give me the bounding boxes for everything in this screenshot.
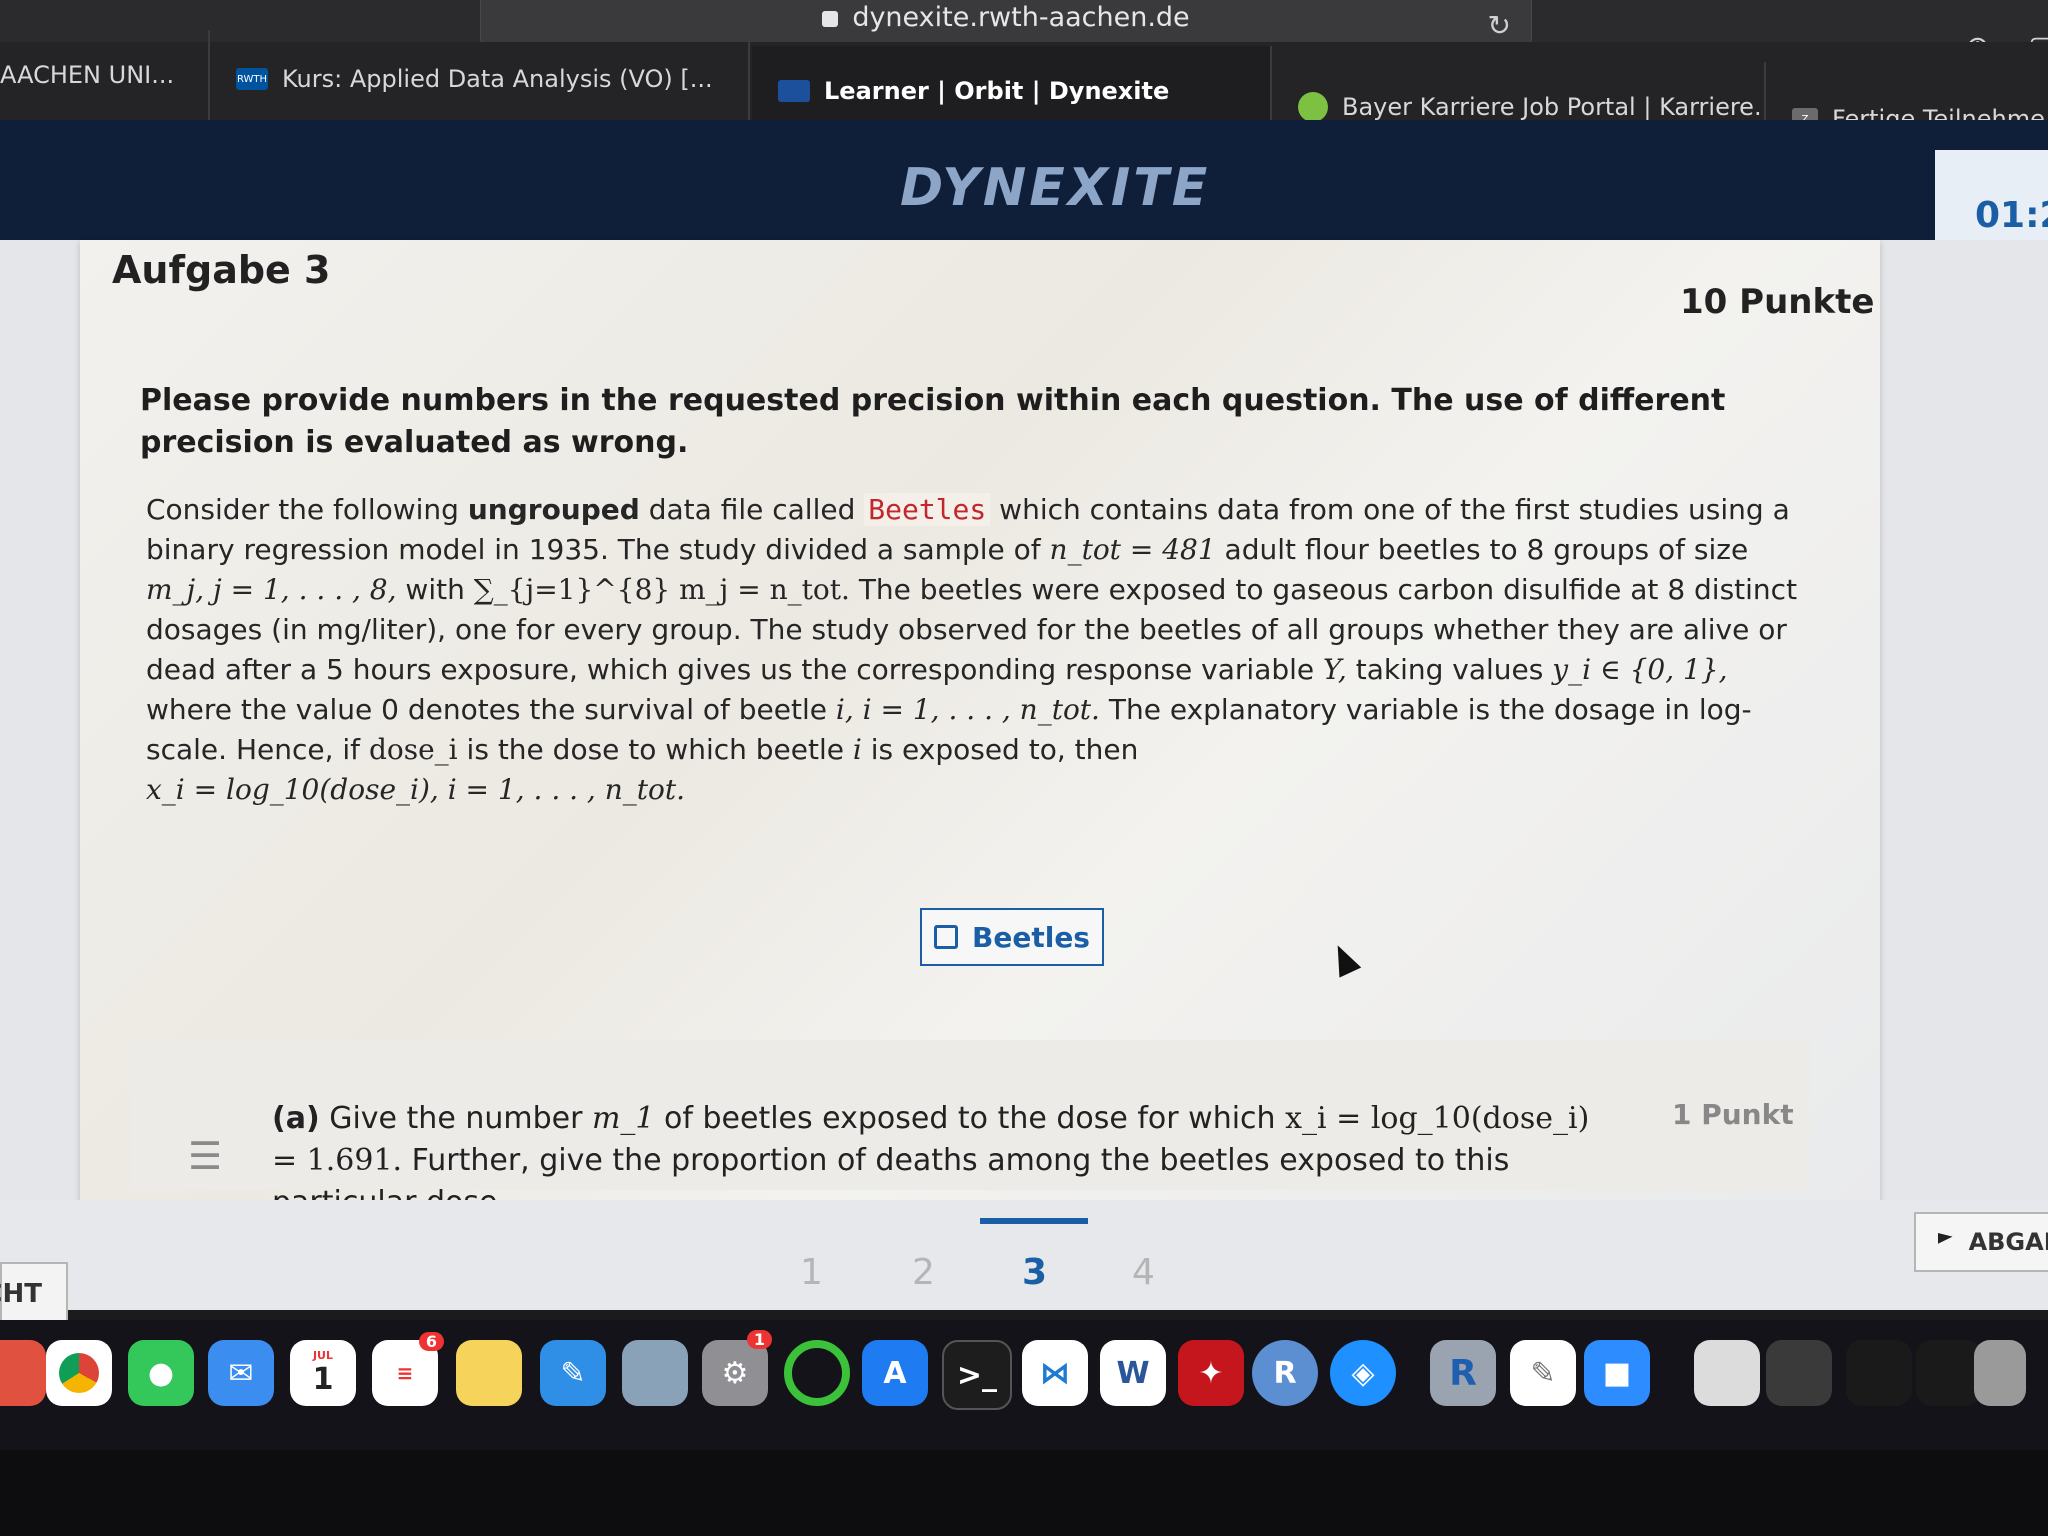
reminders-icon[interactable]: 6 ≡ bbox=[372, 1332, 444, 1406]
dataset-name: Beetles bbox=[864, 493, 991, 526]
submit-label: ABGAB bbox=[1968, 1228, 2048, 1256]
dynexite-favicon bbox=[778, 80, 810, 102]
terminal-icon[interactable]: >_ bbox=[942, 1340, 1012, 1410]
calendar-icon[interactable]: JUL 1 bbox=[290, 1340, 356, 1406]
text-segment: with bbox=[405, 573, 465, 606]
calendar-day: 1 bbox=[312, 1362, 334, 1397]
reminders-badge: 6 bbox=[418, 1332, 444, 1351]
text-segment: data file called bbox=[648, 493, 856, 526]
mail-icon[interactable]: ✉ bbox=[208, 1340, 274, 1406]
math-xi: x_i = log_10(dose_i), i = 1, . . . , n_t… bbox=[146, 773, 686, 806]
notes-icon[interactable] bbox=[456, 1340, 522, 1406]
lock-icon bbox=[822, 10, 839, 27]
downloads-stack-icon[interactable] bbox=[1916, 1340, 1982, 1406]
rwth-favicon: RWTH bbox=[236, 68, 268, 90]
tab-label: AACHEN UNI... bbox=[0, 61, 175, 89]
text-segment: is the dose to which beetle bbox=[466, 733, 844, 766]
tab-kurs[interactable]: RWTH Kurs: Applied Data Analysis (VO) [.… bbox=[210, 34, 750, 124]
tab-label: Kurs: Applied Data Analysis (VO) [... bbox=[282, 65, 713, 93]
launchpad-icon[interactable] bbox=[0, 1340, 46, 1406]
chrome-icon[interactable] bbox=[46, 1340, 112, 1406]
document-icon[interactable] bbox=[1694, 1340, 1760, 1406]
acrobat-icon[interactable]: ✦ bbox=[1178, 1340, 1244, 1406]
active-page-indicator bbox=[980, 1218, 1088, 1224]
math-mj: m_j, j = 1, . . . , 8, bbox=[146, 573, 397, 606]
page-2[interactable]: 2 bbox=[912, 1252, 935, 1293]
text-emphasis: ungrouped bbox=[467, 493, 640, 526]
rstudio-icon[interactable]: R bbox=[1430, 1340, 1496, 1406]
prev-button[interactable]: CHT bbox=[0, 1262, 68, 1326]
subtask-points: 1 Punkt bbox=[1672, 1098, 1794, 1131]
text-segment: is exposed to, then bbox=[870, 733, 1139, 766]
math-dose: dose_i bbox=[368, 733, 458, 766]
text-segment: taking values bbox=[1355, 653, 1544, 686]
url-text: dynexite.rwth-aachen.de bbox=[852, 2, 1190, 33]
math-irange: i, i = 1, . . . , n_tot. bbox=[835, 693, 1100, 726]
preview-icon[interactable] bbox=[622, 1340, 688, 1406]
text-segment: Give the number bbox=[329, 1101, 583, 1136]
text-segment: of beetles exposed to the dose for which bbox=[664, 1101, 1276, 1136]
text-segment: where the value 0 denotes the survival o… bbox=[146, 693, 827, 726]
textedit-icon[interactable]: ✎ bbox=[1510, 1340, 1576, 1406]
tab-aachen[interactable]: AACHEN UNI... bbox=[0, 30, 210, 120]
r-icon[interactable]: R bbox=[1252, 1340, 1318, 1406]
trash-icon[interactable] bbox=[1974, 1340, 2026, 1406]
page-4[interactable]: 4 bbox=[1132, 1252, 1155, 1293]
precision-note: Please provide numbers in the requested … bbox=[140, 383, 1726, 460]
app-store-icon[interactable]: A bbox=[862, 1340, 928, 1406]
folder-stack-icon[interactable] bbox=[1766, 1340, 1832, 1406]
screenshot-stack-icon[interactable] bbox=[1846, 1340, 1912, 1406]
zoom-icon[interactable]: ■ bbox=[1584, 1340, 1650, 1406]
vscode-icon[interactable]: ⋈ bbox=[1022, 1340, 1088, 1406]
external-link-icon bbox=[934, 925, 959, 949]
math-yi: y_i ∈ {0, 1}, bbox=[1552, 653, 1728, 686]
task-points: 10 Punkte bbox=[1680, 282, 1875, 322]
tab-label: Bayer Karriere Job Portal | Karriere... bbox=[1342, 93, 1766, 121]
page-3[interactable]: 3 bbox=[1022, 1252, 1047, 1293]
math-y: Y, bbox=[1323, 653, 1347, 686]
activity-icon[interactable] bbox=[784, 1340, 850, 1406]
settings-badge: 1 bbox=[746, 1330, 772, 1349]
beetles-file-button[interactable]: Beetles bbox=[920, 908, 1104, 966]
messages-icon[interactable]: ● bbox=[128, 1340, 194, 1406]
calendar-month: JUL bbox=[312, 1349, 334, 1362]
page-1[interactable]: 1 bbox=[800, 1252, 823, 1293]
math-i: i bbox=[852, 733, 862, 766]
task-title: Aufgabe 3 bbox=[112, 248, 331, 292]
button-label: Beetles bbox=[972, 920, 1090, 954]
text-segment: adult flour beetles to 8 groups of size bbox=[1224, 533, 1749, 566]
settings-icon[interactable]: ⚙ 1 bbox=[702, 1330, 772, 1406]
word-icon[interactable]: W bbox=[1100, 1340, 1166, 1406]
safari-icon[interactable]: ◈ bbox=[1330, 1340, 1396, 1406]
math-ntot: n_tot = 481 bbox=[1049, 533, 1216, 566]
xcode-icon[interactable]: ✎ bbox=[540, 1340, 606, 1406]
list-icon[interactable]: ☰ bbox=[188, 1134, 222, 1178]
subtask-label: (a) bbox=[272, 1101, 320, 1136]
submit-button[interactable]: ABGAB bbox=[1914, 1212, 2048, 1272]
math-sum: ∑_{j=1}^{8} m_j = n_tot. bbox=[473, 573, 850, 606]
math-m1: m_1 bbox=[591, 1101, 655, 1136]
task-description: Consider the following ungrouped data fi… bbox=[146, 490, 1806, 810]
bayer-favicon bbox=[1298, 92, 1328, 122]
tab-label: Learner | Orbit | Dynexite bbox=[824, 77, 1170, 105]
text-segment: Consider the following bbox=[146, 493, 459, 526]
dynexite-logo: DYNEXITE bbox=[900, 158, 1211, 218]
desk-surface bbox=[0, 1450, 2048, 1536]
flag-icon bbox=[1938, 1233, 1953, 1244]
